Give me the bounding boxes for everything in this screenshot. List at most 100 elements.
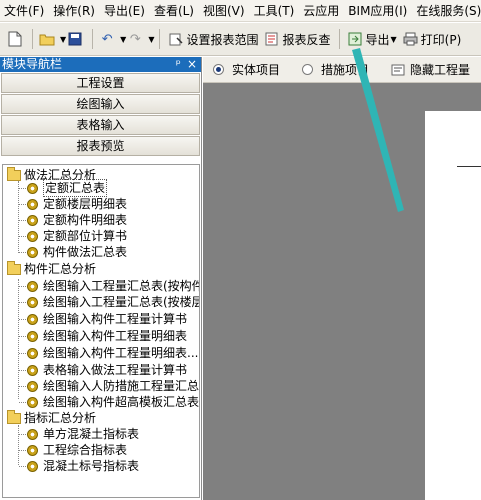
tree-item[interactable]: 绘图输入构件工程量明细表... xyxy=(27,345,198,361)
new-file-icon[interactable] xyxy=(6,30,24,48)
tree-item-label: 绘图输入工程量汇总表(按构件) xyxy=(43,279,200,293)
report-gear-icon xyxy=(27,313,38,325)
menu-bim[interactable]: BIM应用(I) xyxy=(348,2,407,19)
export-icon xyxy=(348,32,363,47)
nav-report-preview[interactable]: 报表预览 xyxy=(1,136,200,156)
menu-tools[interactable]: 工具(T) xyxy=(254,2,295,19)
report-gear-icon xyxy=(27,214,38,226)
tree-group-index-summary[interactable]: 指标汇总分析 xyxy=(7,409,96,426)
redo-icon[interactable]: ↷ xyxy=(126,30,144,48)
report-check-label: 报表反查 xyxy=(282,32,331,47)
report-range-icon xyxy=(168,32,183,47)
tree-group-label: 构件汇总分析 xyxy=(24,262,97,276)
tree-item-label: 绘图输入构件工程量明细表... xyxy=(43,346,199,360)
open-folder-icon[interactable] xyxy=(38,30,56,48)
toolbar: ▼ ↶ ▼ ↷ ▼ 设置报表范围 报表反查 导出 ▼ 打印(P) xyxy=(0,23,481,56)
tree-item-label-selected: 定额汇总表 xyxy=(43,179,108,197)
nav-project-settings[interactable]: 工程设置 xyxy=(1,73,200,93)
tree-item-label: 定额构件明细表 xyxy=(43,213,128,227)
tree-item[interactable]: 构件做法汇总表 xyxy=(27,244,127,260)
entity-radio[interactable] xyxy=(213,64,224,75)
tree-group-component-summary[interactable]: 构件汇总分析 xyxy=(7,260,97,277)
report-gear-icon xyxy=(27,246,38,258)
tree-item[interactable]: 定额楼层明细表 xyxy=(27,196,127,212)
tree-item[interactable]: 绘图输入构件超高模板汇总表 xyxy=(27,394,199,410)
tree-item[interactable]: 定额汇总表 xyxy=(27,179,108,197)
report-gear-icon xyxy=(27,347,38,359)
toolbar-separator xyxy=(159,29,161,49)
entity-radio-label[interactable]: 实体项目 xyxy=(232,61,280,78)
tree-item-label: 构件做法汇总表 xyxy=(43,245,128,259)
report-gear-icon xyxy=(27,428,38,440)
tree-item-label: 绘图输入人防措施工程量汇总表 xyxy=(43,379,200,393)
report-gear-icon xyxy=(27,330,38,342)
report-gear-icon xyxy=(27,380,38,392)
tree-item-label: 单方混凝土指标表 xyxy=(43,427,140,441)
folder-icon xyxy=(7,166,21,181)
tree-item-label: 表格输入做法工程量计算书 xyxy=(43,363,188,377)
tree-item[interactable]: 绘图输入工程量汇总表(按楼层) xyxy=(27,294,199,310)
report-gear-icon xyxy=(27,280,38,292)
report-gear-icon xyxy=(27,364,38,376)
tree-item-label: 混凝土标号指标表 xyxy=(43,459,140,473)
report-page-line xyxy=(457,166,481,167)
nav-drawing-input[interactable]: 绘图输入 xyxy=(1,94,200,114)
hide-quantity-icon xyxy=(391,63,406,77)
save-icon[interactable] xyxy=(66,30,84,48)
nav-table-input[interactable]: 表格输入 xyxy=(1,115,200,135)
tree-connector xyxy=(18,279,19,399)
folder-icon xyxy=(7,409,21,424)
set-report-range-button[interactable]: 设置报表范围 xyxy=(165,27,261,51)
tree-item[interactable]: 绘图输入构件工程量计算书 xyxy=(27,311,187,327)
menu-bar: 文件(F) 操作(R) 导出(E) 查看(L) 视图(V) 工具(T) 云应用 … xyxy=(0,0,481,22)
report-page-preview xyxy=(425,111,481,500)
tree-item[interactable]: 绘图输入工程量汇总表(按构件) xyxy=(27,278,200,294)
tree-item[interactable]: 单方混凝土指标表 xyxy=(27,426,139,442)
report-workspace: 实体项目 措施项目 隐藏工程量 xyxy=(203,57,481,500)
pane-title: 模块导航栏 xyxy=(2,57,63,71)
tree-item-label: 定额部位计算书 xyxy=(43,229,128,243)
print-label: 打印(P) xyxy=(420,32,462,47)
report-gear-icon xyxy=(27,396,38,408)
close-icon[interactable]: × xyxy=(187,57,197,72)
tree-item-label: 绘图输入构件工程量计算书 xyxy=(43,312,188,326)
report-gear-icon xyxy=(27,182,38,194)
undo-icon[interactable]: ↶ xyxy=(98,30,116,48)
tree-item[interactable]: 定额部位计算书 xyxy=(27,228,127,244)
report-check-button[interactable]: 报表反查 xyxy=(261,27,333,51)
tree-item[interactable]: 绘图输入构件工程量明细表 xyxy=(27,328,187,344)
menu-online[interactable]: 在线服务(S) xyxy=(416,2,481,19)
tree-item-label: 工程综合指标表 xyxy=(43,443,128,457)
module-navigation-pane: 模块导航栏 ᵖ × 工程设置 绘图输入 表格输入 报表预览 做法汇总分析 定额汇… xyxy=(0,57,202,500)
toolbar-separator xyxy=(338,29,340,49)
set-report-range-label: 设置报表范围 xyxy=(186,32,259,47)
folder-icon xyxy=(7,260,21,275)
measure-radio-label[interactable]: 措施项目 xyxy=(321,61,369,78)
menu-export[interactable]: 导出(E) xyxy=(104,2,145,19)
menu-operate[interactable]: 操作(R) xyxy=(53,2,95,19)
report-gear-icon xyxy=(27,296,38,308)
printer-icon xyxy=(403,32,418,47)
tree-item-label: 绘图输入构件超高模板汇总表 xyxy=(43,395,200,409)
measure-radio[interactable] xyxy=(302,64,314,75)
export-dropdown-icon[interactable]: ▼ xyxy=(391,35,397,44)
hide-quantity-button[interactable]: 隐藏工程量 xyxy=(410,61,470,78)
export-button[interactable]: 导出 ▼ xyxy=(345,27,400,51)
tree-item[interactable]: 工程综合指标表 xyxy=(27,442,127,458)
menu-view-l[interactable]: 查看(L) xyxy=(154,2,194,19)
print-button[interactable]: 打印(P) xyxy=(400,27,465,51)
menu-cloud[interactable]: 云应用 xyxy=(303,2,339,19)
menu-file[interactable]: 文件(F) xyxy=(4,2,44,19)
tree-item[interactable]: 混凝土标号指标表 xyxy=(27,458,139,474)
report-options-bar: 实体项目 措施项目 隐藏工程量 xyxy=(203,57,481,83)
tree-connector xyxy=(18,425,19,465)
menu-view-v[interactable]: 视图(V) xyxy=(203,2,245,19)
pin-icon[interactable]: ᵖ xyxy=(176,57,181,72)
export-label: 导出 xyxy=(365,32,390,47)
tree-item[interactable]: 表格输入做法工程量计算书 xyxy=(27,362,187,378)
tree-item[interactable]: 定额构件明细表 xyxy=(27,212,127,228)
tree-item[interactable]: 绘图输入人防措施工程量汇总表 xyxy=(27,378,200,394)
tree-item-label: 绘图输入构件工程量明细表 xyxy=(43,329,188,343)
redo-dropdown-icon[interactable]: ▼ xyxy=(148,35,154,44)
tree-connector xyxy=(18,181,19,253)
